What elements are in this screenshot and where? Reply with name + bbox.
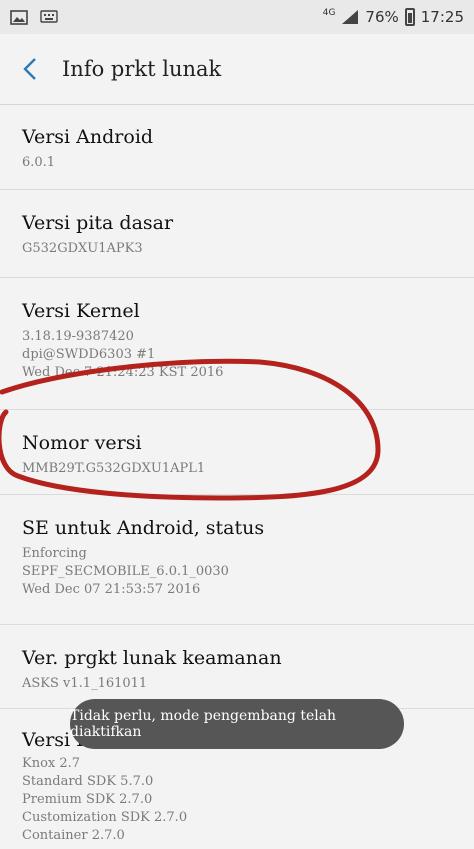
- app-header: Info prkt lunak: [0, 34, 474, 105]
- item-value: Customization SDK 2.7.0: [22, 810, 188, 825]
- network-type: 4G: [322, 7, 336, 18]
- item-title: Ver. prgkt lunak keamanan: [22, 647, 282, 669]
- item-value: dpi@SWDD6303 #1: [22, 347, 156, 362]
- item-value: Wed Dec 7 21:24:23 KST 2016: [22, 365, 224, 380]
- item-title: Versi Android: [22, 126, 154, 148]
- toast-message: Tidak perlu, mode pengembang telah diakt…: [70, 699, 404, 749]
- battery-percent: 76%: [365, 8, 399, 26]
- item-value: Knox 2.7: [22, 756, 81, 771]
- back-button[interactable]: [0, 34, 60, 104]
- item-value: ASKS v1.1_161011: [22, 676, 148, 691]
- status-bar-left: [10, 9, 58, 25]
- item-value: 3.18.19-9387420: [22, 329, 134, 344]
- item-se-android-status[interactable]: SE untuk Android, status Enforcing SEPF_…: [0, 495, 474, 625]
- image-notification-icon: [10, 9, 28, 25]
- item-value: SEPF_SECMOBILE_6.0.1_0030: [22, 564, 229, 579]
- item-value: Wed Dec 07 21:53:57 2016: [22, 582, 201, 597]
- item-kernel-version[interactable]: Versi Kernel 3.18.19-9387420 dpi@SWDD630…: [0, 278, 474, 410]
- item-baseband-version[interactable]: Versi pita dasar G532GDXU1APK3: [0, 190, 474, 278]
- item-title: Versi pita dasar: [22, 212, 174, 234]
- clock: 17:25: [420, 8, 464, 26]
- item-value: Premium SDK 2.7.0: [22, 792, 153, 807]
- status-bar: 4G 76% 17:25: [0, 0, 474, 34]
- keyboard-notification-icon: [40, 10, 58, 23]
- item-title: SE untuk Android, status: [22, 517, 265, 539]
- item-security-software-version[interactable]: Ver. prgkt lunak keamanan ASKS v1.1_1610…: [0, 625, 474, 709]
- item-title: Versi Kernel: [22, 300, 140, 322]
- item-build-number[interactable]: Nomor versi MMB29T.G532GDXU1APL1: [0, 410, 474, 495]
- item-android-version[interactable]: Versi Android 6.0.1: [0, 105, 474, 190]
- item-title: Nomor versi: [22, 432, 142, 454]
- item-value: MMB29T.G532GDXU1APL1: [22, 461, 206, 476]
- battery-icon: [404, 8, 415, 26]
- item-value: Container 2.7.0: [22, 828, 125, 843]
- item-value: Standard SDK 5.7.0: [22, 774, 154, 789]
- item-value: Enforcing: [22, 546, 87, 561]
- item-value: G532GDXU1APK3: [22, 241, 143, 256]
- item-value: 6.0.1: [22, 155, 56, 170]
- back-arrow-icon: [23, 58, 36, 80]
- page-title: Info prkt lunak: [62, 57, 222, 81]
- status-bar-right: 4G 76% 17:25: [323, 8, 464, 26]
- signal-icon: [342, 10, 359, 24]
